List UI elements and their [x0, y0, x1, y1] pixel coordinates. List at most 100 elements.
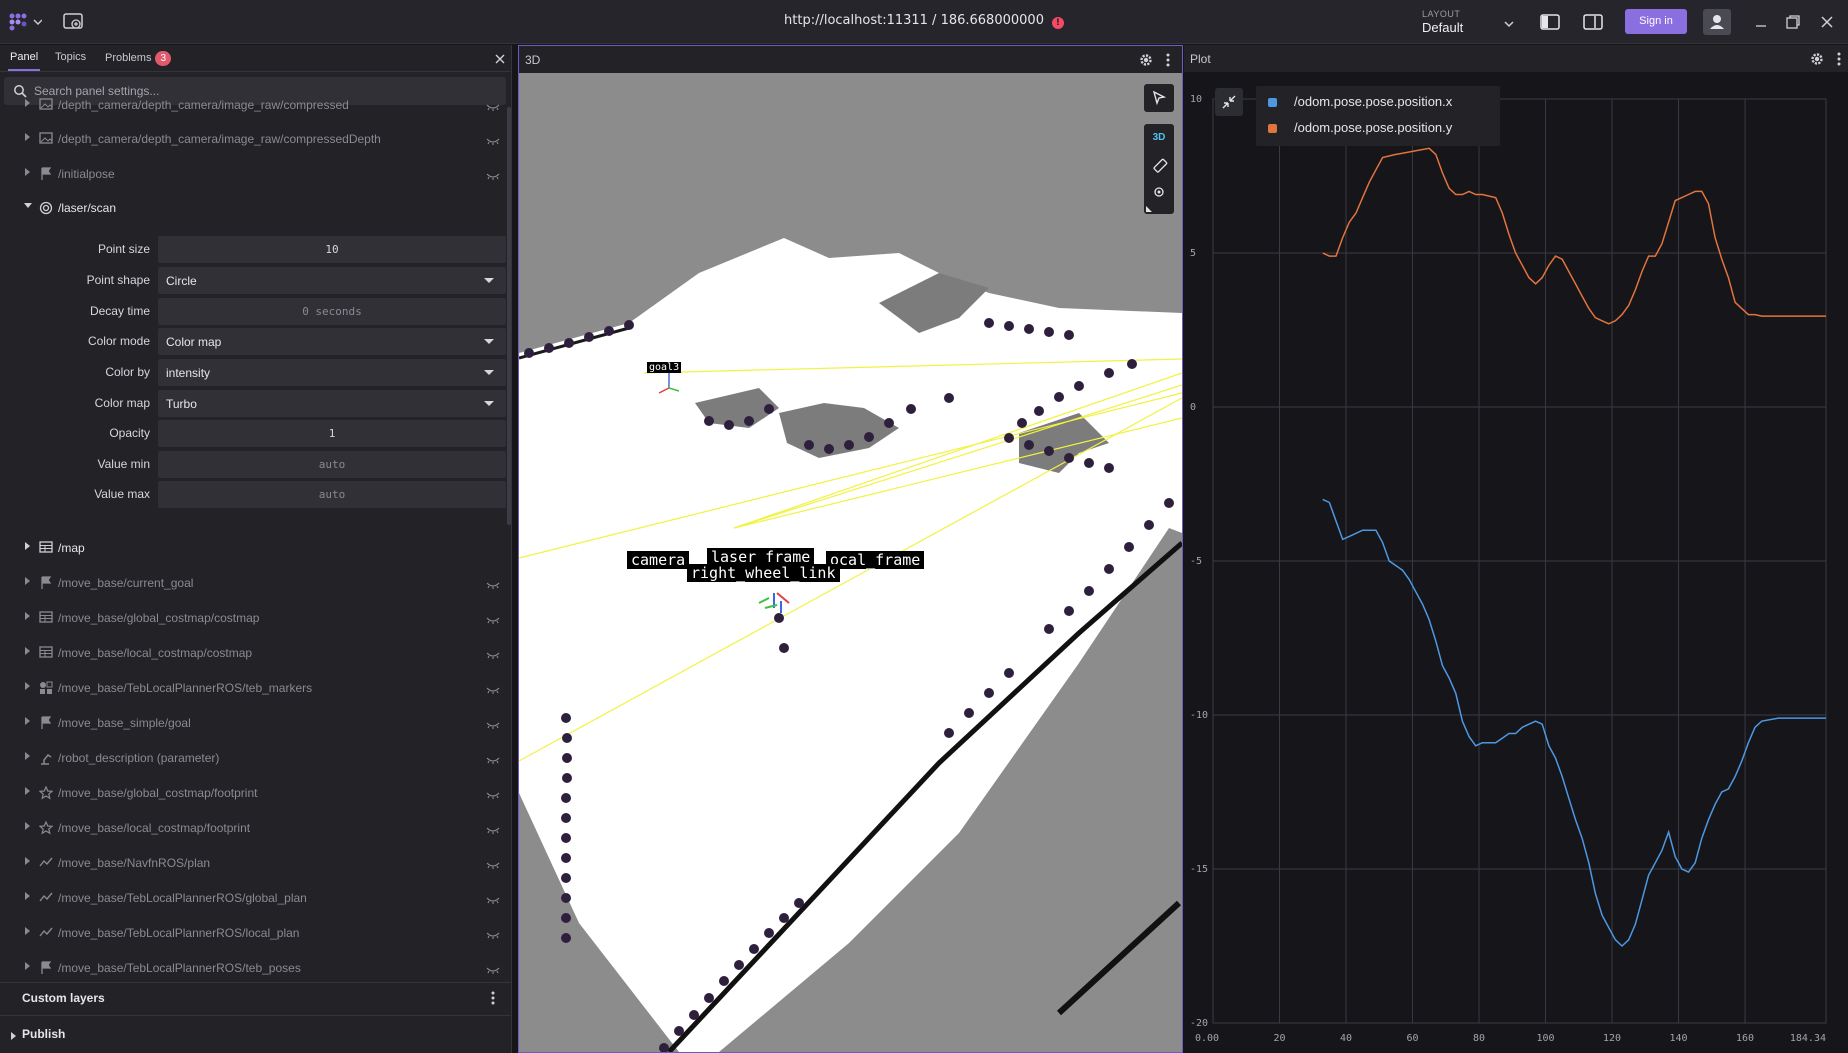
caret-right-icon[interactable]: [23, 716, 33, 729]
topic-label: /move_base/TebLocalPlannerROS/teb_marker…: [58, 681, 313, 695]
caret-right-icon[interactable]: [23, 926, 33, 939]
setting-select[interactable]: intensity: [158, 359, 506, 386]
publish-section-header[interactable]: Publish: [22, 1027, 65, 1041]
visibility-toggle-icon[interactable]: [486, 168, 500, 180]
caret-right-icon[interactable]: [23, 541, 33, 554]
topic-row[interactable]: /laser/scan: [0, 194, 508, 222]
maximize-icon[interactable]: [1785, 14, 1801, 30]
caret-right-icon[interactable]: [23, 786, 33, 799]
ruler-icon[interactable]: [1152, 158, 1168, 174]
caret-right-icon[interactable]: [23, 751, 33, 764]
caret-right-icon[interactable]: [23, 891, 33, 904]
caret-right-icon[interactable]: [23, 132, 33, 145]
setting-input[interactable]: 0 seconds: [158, 298, 506, 325]
publish-caret-icon[interactable]: [10, 1028, 18, 1040]
caret-right-icon[interactable]: [23, 611, 33, 624]
topic-row[interactable]: /robot_description (parameter): [0, 744, 508, 772]
caret-right-icon[interactable]: [23, 681, 33, 694]
x-tick-label: 20: [1273, 1033, 1285, 1044]
caret-right-icon[interactable]: [23, 961, 33, 974]
topic-row[interactable]: /move_base/local_costmap/footprint: [0, 814, 508, 842]
visibility-toggle-icon[interactable]: [486, 682, 500, 694]
grid-icon: [38, 611, 53, 625]
select-cursor-icon[interactable]: [1152, 90, 1166, 106]
visibility-toggle-icon[interactable]: [486, 717, 500, 729]
setting-select[interactable]: Circle: [158, 267, 506, 294]
topic-row[interactable]: /depth_camera/depth_camera/image_raw/com…: [0, 91, 508, 119]
custom-layers-header[interactable]: Custom layers: [22, 991, 105, 1005]
visibility-toggle-icon[interactable]: [486, 647, 500, 659]
setting-select[interactable]: Color map: [158, 328, 506, 355]
topic-row[interactable]: /move_base/NavfnROS/plan: [0, 849, 508, 877]
legend-item-y[interactable]: /odom.pose.pose.position.y: [1294, 120, 1452, 135]
connection-error-icon[interactable]: !: [1051, 17, 1064, 29]
topic-row[interactable]: /move_base/current_goal: [0, 569, 508, 597]
layout-selector[interactable]: Default: [1422, 20, 1463, 35]
setting-input[interactable]: auto: [158, 451, 506, 478]
visibility-toggle-icon[interactable]: [486, 962, 500, 974]
more-vertical-icon[interactable]: [1165, 53, 1171, 67]
plot-panel[interactable]: Plot 10 5 0 -5 -10 -15 -20 0.00 20 40 60 80 100 120 14…: [1184, 45, 1848, 1053]
visibility-toggle-icon[interactable]: [486, 927, 500, 939]
visibility-toggle-icon[interactable]: [486, 822, 500, 834]
topic-row[interactable]: /move_base_simple/goal: [0, 709, 508, 737]
close-sidebar-icon[interactable]: [494, 52, 506, 64]
topic-row[interactable]: /move_base/TebLocalPlannerROS/global_pla…: [0, 884, 508, 912]
close-window-icon[interactable]: [1819, 14, 1835, 30]
more-vertical-icon[interactable]: [490, 991, 496, 1005]
publish-point-icon[interactable]: [1153, 186, 1165, 198]
caret-right-icon[interactable]: [23, 576, 33, 589]
setting-input[interactable]: 10: [158, 236, 506, 263]
caret-right-icon[interactable]: [23, 646, 33, 659]
topic-row[interactable]: /initialpose: [0, 160, 508, 188]
setting-select[interactable]: Turbo: [158, 390, 506, 417]
visibility-toggle-icon[interactable]: [486, 133, 500, 145]
legend-item-x[interactable]: /odom.pose.pose.position.x: [1294, 94, 1452, 109]
visibility-toggle-icon[interactable]: [486, 857, 500, 869]
visibility-toggle-icon[interactable]: [486, 99, 500, 111]
caret-right-icon[interactable]: [23, 167, 33, 180]
topic-row[interactable]: /move_base/TebLocalPlannerROS/teb_poses: [0, 954, 508, 982]
resize-corner-icon[interactable]: [1146, 206, 1152, 212]
frame-label-goal: goal3: [647, 362, 682, 373]
topic-row[interactable]: /move_base/TebLocalPlannerROS/local_plan: [0, 919, 508, 947]
topic-row[interactable]: /move_base/global_costmap/costmap: [0, 604, 508, 632]
minimize-icon[interactable]: [1754, 14, 1768, 30]
caret-down-icon[interactable]: [23, 201, 33, 214]
gear-icon[interactable]: [1810, 52, 1824, 66]
3d-panel[interactable]: 3D goal3 camera laser_frame ocal_frame r…: [518, 45, 1183, 1053]
line-chart[interactable]: 10 5 0 -5 -10 -15 -20 0.00 20 40 60 80 100 120 140 160 1…: [1184, 72, 1848, 1053]
user-avatar[interactable]: [1703, 9, 1731, 35]
topic-row[interactable]: /move_base/TebLocalPlannerROS/teb_marker…: [0, 674, 508, 702]
caret-right-icon[interactable]: [23, 98, 33, 111]
caret-right-icon[interactable]: [23, 821, 33, 834]
visibility-toggle-icon[interactable]: [486, 787, 500, 799]
more-vertical-icon[interactable]: [1836, 52, 1842, 66]
caret-right-icon[interactable]: [23, 856, 33, 869]
tab-topics[interactable]: Topics: [55, 51, 86, 63]
topic-row[interactable]: /depth_camera/depth_camera/image_raw/com…: [0, 125, 508, 153]
sign-in-button[interactable]: Sign in: [1625, 9, 1687, 34]
chevron-down-icon[interactable]: [1503, 16, 1515, 28]
visibility-toggle-icon[interactable]: [486, 752, 500, 764]
topic-row[interactable]: /move_base/global_costmap/footprint: [0, 779, 508, 807]
setting-input[interactable]: 1: [158, 420, 506, 447]
setting-value: 1: [328, 427, 336, 440]
collapse-legend-button[interactable]: [1215, 88, 1243, 116]
x-tick-label: 40: [1340, 1033, 1352, 1044]
tab-problems[interactable]: Problems 3: [105, 51, 172, 66]
left-sidebar-toggle-icon[interactable]: [1540, 14, 1560, 30]
topic-row[interactable]: /move_base/local_costmap/costmap: [0, 639, 508, 667]
x-tick-label: 120: [1603, 1033, 1621, 1044]
tab-panel[interactable]: Panel: [10, 51, 38, 63]
setting-input[interactable]: auto: [158, 481, 506, 508]
gear-icon[interactable]: [1139, 53, 1153, 67]
y-tick-label: -20: [1190, 1018, 1208, 1029]
visibility-toggle-icon[interactable]: [486, 892, 500, 904]
right-sidebar-toggle-icon[interactable]: [1583, 14, 1603, 30]
visibility-toggle-icon[interactable]: [486, 577, 500, 589]
setting-label: Opacity: [109, 426, 150, 440]
visibility-toggle-icon[interactable]: [486, 612, 500, 624]
view-mode-3d-button[interactable]: 3D: [1144, 132, 1174, 143]
topic-row[interactable]: /map: [0, 534, 508, 562]
